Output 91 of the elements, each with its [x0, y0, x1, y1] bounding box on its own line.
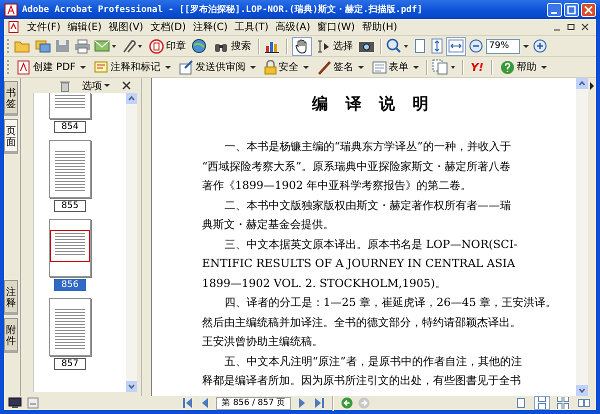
- email-dropdown-icon[interactable]: [94, 38, 118, 54]
- navigation-tab[interactable]: 注释: [4, 280, 18, 315]
- zoom-field[interactable]: 79%: [486, 38, 520, 54]
- print-icon[interactable]: [74, 38, 92, 54]
- navigation-tab[interactable]: 书签: [4, 81, 18, 116]
- trash-icon[interactable]: [60, 80, 70, 92]
- scrollbar[interactable]: [126, 93, 137, 392]
- maximize-button[interactable]: [564, 2, 579, 16]
- menu-item[interactable]: 编辑(E): [68, 20, 102, 34]
- thumbnail-label[interactable]: 857: [54, 358, 86, 370]
- panel-splitter[interactable]: [141, 78, 152, 396]
- pdf-icon: [17, 60, 31, 74]
- fit-width-icon: [448, 38, 464, 54]
- page-icon: [414, 38, 426, 54]
- forms-button[interactable]: 表单: [368, 58, 422, 76]
- paragraph: 二、本书中文版独家版权由斯文・赫定著作权所有者——瑞 典斯文・赫定基金会提供。: [202, 198, 512, 233]
- fit-width-button[interactable]: [446, 36, 466, 56]
- pen-icon: [316, 60, 332, 74]
- document-heading: 编 译 说 明: [312, 94, 436, 115]
- menu-item[interactable]: 视图(V): [108, 20, 144, 34]
- page-thumbnail[interactable]: [49, 93, 91, 119]
- last-page-icon[interactable]: [312, 397, 325, 409]
- fit-height-icon[interactable]: [430, 38, 444, 54]
- expand-arrow-icon[interactable]: [589, 82, 595, 90]
- zoom-out-icon[interactable]: [468, 38, 484, 54]
- page-thumbnail[interactable]: [49, 219, 91, 277]
- monitor-icon[interactable]: [8, 397, 22, 409]
- thumbnail-label[interactable]: 855: [54, 200, 86, 212]
- navigation-tab[interactable]: 附件: [4, 318, 18, 353]
- paragraph: 四、译者的分工是：1—25 章，崔延虎译，26—45 章，王安洪译。 然后由主编统稿并加译注。全书的德文部分，特约请邵颖杰译出。 王安洪曾协助主编统稿。: [202, 295, 558, 350]
- paragraph: 三、中文本据英文原本译出。原本书名是 LOP—NOR(SCI- ENTIFIC RESULTS OF A JOURNEY IN CENTRAL ASIA 1899—1902 VOL. 2. STOCKHOLM,1905)。: [202, 236, 518, 292]
- view-area-frame[interactable]: [50, 230, 90, 262]
- menu-item[interactable]: 工具(T): [234, 20, 269, 34]
- search-button[interactable]: 搜索: [211, 37, 254, 55]
- actual-size-button[interactable]: [412, 36, 428, 56]
- hand-tool-button[interactable]: [292, 36, 312, 56]
- navigation-tab[interactable]: 页面: [4, 119, 18, 154]
- select-tool-button[interactable]: 选择: [314, 37, 356, 55]
- scrollbar[interactable]: [576, 78, 588, 396]
- security-button[interactable]: 安全: [260, 58, 312, 76]
- paragraph: 一、本书是杨镰主编的“瑞典东方学译丛”的一种，并收入于 “西域探险考察大系”。原系瑞典中亚探险家斯文・赫定所著八卷 著作《1899—1902 年中亚科学考察报告》的第二卷。: [202, 139, 512, 194]
- pdf-document-icon[interactable]: [8, 21, 20, 33]
- create-pdf-button[interactable]: 创建 PDF: [14, 58, 89, 76]
- page-layout-button[interactable]: [555, 396, 571, 410]
- pen-page-icon: [178, 60, 194, 74]
- scroll-up-icon[interactable]: [126, 93, 137, 104]
- menu-item[interactable]: 文件(F): [27, 20, 61, 34]
- scroll-up-icon[interactable]: [576, 78, 588, 89]
- text-cursor-icon: [317, 38, 331, 54]
- stamp-icon: [149, 38, 164, 54]
- sign-button[interactable]: 签名: [314, 58, 367, 76]
- menu-item[interactable]: 文档(D): [150, 20, 186, 34]
- folders-icon[interactable]: [34, 38, 52, 54]
- note-icon: [94, 60, 109, 74]
- thumbnail-label[interactable]: 854: [54, 121, 86, 133]
- first-page-icon[interactable]: [182, 397, 194, 409]
- menu-item[interactable]: 注释(C): [192, 20, 228, 34]
- send-for-review-button[interactable]: 发送供审阅: [176, 58, 259, 76]
- stamp-button[interactable]: 印章: [146, 37, 189, 55]
- options-menu-button[interactable]: 选项: [82, 78, 110, 92]
- scroll-down-icon[interactable]: [576, 385, 588, 396]
- menu-item[interactable]: 高级(A): [276, 20, 310, 34]
- close-button[interactable]: [581, 2, 596, 16]
- close-icon[interactable]: [122, 81, 131, 90]
- acrobat-logo-icon: [4, 2, 18, 16]
- form-icon: [372, 60, 387, 74]
- scroll-down-icon[interactable]: [126, 381, 137, 392]
- globe-icon[interactable]: [191, 38, 209, 54]
- page-thumbnail[interactable]: [49, 140, 91, 198]
- help-button[interactable]: 帮助: [496, 58, 550, 76]
- pages-icon[interactable]: [432, 59, 458, 75]
- window-title: Adobe Acrobat Professional - [[罗布泊探秘].LOP-NOR.(瑞典)斯文・赫定.扫描版.pdf]: [22, 3, 423, 16]
- page-layout-button[interactable]: [534, 396, 550, 410]
- padlock-icon: [264, 60, 277, 74]
- help-icon: [500, 60, 515, 74]
- page-layout-button[interactable]: [576, 396, 592, 410]
- thumbnail-label[interactable]: 856: [54, 279, 86, 291]
- panel-icon[interactable]: [27, 397, 39, 409]
- menu-item[interactable]: 帮助(H): [362, 20, 398, 34]
- paragraph: 五、中文本凡注明“原注”者，是原书中的作者自注，其他的注 释都是编译者所加。因为原书所注引文的出处，有些图書见于全书: [202, 354, 523, 389]
- page-thumbnail[interactable]: [49, 298, 91, 356]
- menu-item[interactable]: 窗口(W): [317, 20, 355, 34]
- minimize-button[interactable]: [547, 2, 562, 16]
- facing-pages-icon: [578, 397, 590, 409]
- back-icon[interactable]: [340, 397, 353, 409]
- yahoo-logo[interactable]: Y!: [468, 60, 487, 74]
- zoom-in-icon[interactable]: [386, 38, 410, 54]
- comment-markup-button[interactable]: 注释和标记: [90, 58, 174, 76]
- zoom-in-plus-icon[interactable]: [532, 38, 548, 54]
- single-page-icon: [515, 397, 527, 409]
- page-number-field[interactable]: 第 856 / 857 页: [216, 396, 291, 410]
